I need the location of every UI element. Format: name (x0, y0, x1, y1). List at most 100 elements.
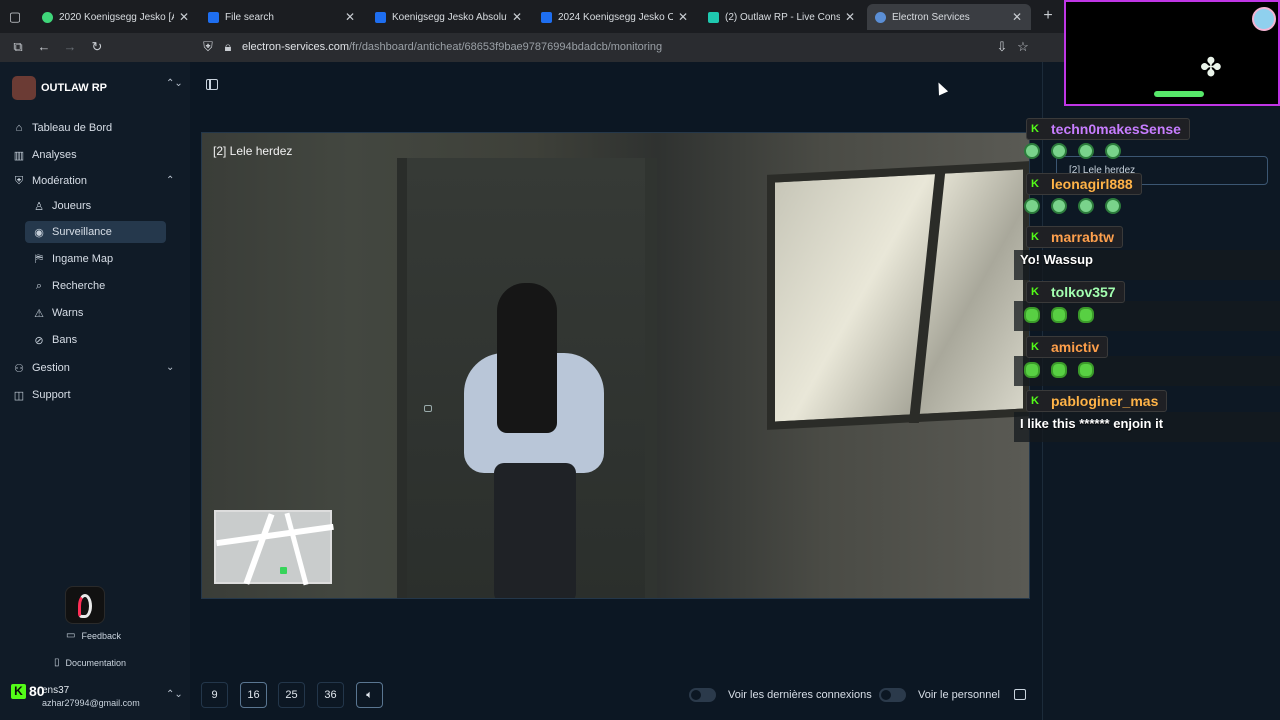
lock-icon (424, 405, 432, 412)
sidebar-item-label: Gestion (32, 362, 70, 374)
tab-6-active[interactable]: Electron Services ✕ (867, 4, 1031, 30)
tab-title: 2020 Koenigsegg Jesko [Add-O (59, 11, 174, 23)
scene-window (767, 161, 1029, 430)
sound-button[interactable]: 🔈︎ (356, 682, 383, 708)
emote-icon (1105, 198, 1121, 214)
url-field[interactable]: electron-services.com/fr/dashboard/antic… (242, 41, 662, 53)
sidebar-item-dashboard[interactable]: ⌂ Tableau de Bord (12, 117, 112, 139)
chat-username: techn0makesSense (1051, 121, 1181, 137)
chevron-up-icon[interactable]: ⌃ (166, 175, 174, 186)
close-icon[interactable]: ✕ (178, 10, 190, 24)
search-icon: ⌕ (35, 279, 43, 292)
user-email: azhar27994@gmail.com (42, 698, 140, 708)
workspaces-icon[interactable]: ⧉ (10, 39, 26, 55)
site-info-icon[interactable]: ⛨ (200, 39, 216, 55)
server-switcher[interactable]: OUTLAW RP (12, 76, 107, 100)
bar-chart-icon: ▥ (13, 149, 25, 162)
sidebar-item-search[interactable]: ⌕ Recherche (32, 275, 105, 297)
kick-logo-icon: K (1031, 231, 1042, 243)
new-tab-icon[interactable]: + (1040, 7, 1056, 25)
close-icon[interactable]: ✕ (844, 10, 856, 24)
speaker-icon: 🔈︎ (366, 688, 373, 701)
chat-username: marrabtw (1051, 229, 1115, 245)
close-icon[interactable]: ✕ (677, 10, 689, 24)
reload-icon[interactable]: ↻ (89, 39, 105, 55)
sidebar-item-label: Bans (52, 334, 78, 346)
player-hair (497, 283, 557, 433)
sidebar-toggle-icon[interactable] (206, 79, 218, 90)
emote-icon (1051, 362, 1067, 378)
install-app-icon[interactable]: ⇩ (994, 39, 1010, 55)
map-icon: ⛿ (35, 252, 43, 265)
user-icon: ♙ (34, 200, 44, 213)
chat-text: I like this ****** enjoin it (1020, 416, 1164, 431)
sidebar-item-warns[interactable]: ⚠ Warns (32, 302, 83, 324)
sidebar-item-bans[interactable]: ⊘ Bans (32, 329, 77, 351)
sidebar-item-surveillance[interactable]: ◉ Surveillance (25, 221, 166, 243)
tab-5[interactable]: (2) Outlaw RP - Live Console ✕ (700, 4, 864, 30)
grid-16-button[interactable]: 16 (240, 682, 267, 708)
chevron-updown-icon[interactable]: ⌃⌄ (166, 689, 183, 700)
game-minimap (214, 510, 334, 586)
server-logo (12, 76, 36, 100)
sidebar-item-moderation[interactable]: ⛨ Modération (12, 170, 87, 192)
shield-icon: ⛨ (14, 174, 24, 187)
last-connections-toggle[interactable] (689, 688, 716, 702)
close-icon[interactable]: ✕ (344, 10, 356, 24)
grid-9-button[interactable]: 9 (201, 682, 228, 708)
book-icon: ▯ (54, 657, 60, 668)
tab-title: Koenigsegg Jesko Absolut for G (392, 11, 507, 23)
favicon-icon (375, 11, 386, 23)
chat-emotes (1024, 362, 1105, 378)
tab-title: 2024 Koenigsegg Jesko Odin fo (558, 11, 673, 23)
user-name[interactable]: ens37 (42, 685, 69, 696)
sidebar-item-players[interactable]: ♙ Joueurs (32, 195, 91, 217)
chevron-down-icon[interactable]: ⌄ (166, 362, 174, 373)
sidebar-item-analyses[interactable]: ▥ Analyses (12, 144, 77, 166)
tab-actions-icon[interactable]: ▢ (6, 8, 24, 26)
tab-2[interactable]: File search ✕ (200, 4, 364, 30)
favicon-icon (208, 11, 219, 23)
emote-icon (1078, 143, 1094, 159)
emote-icon (1078, 362, 1094, 378)
emote-icon (1051, 143, 1067, 159)
sidebar-item-label: Warns (52, 307, 84, 319)
grid-36-button[interactable]: 36 (317, 682, 344, 708)
back-icon[interactable]: ← (36, 39, 52, 55)
health-bar (1154, 91, 1204, 97)
webcam-overlay: ✤ (1064, 0, 1280, 106)
sidebar-item-management[interactable]: ⚇ Gestion (12, 357, 70, 379)
close-icon[interactable]: ✕ (511, 10, 523, 24)
panel-toggle-icon[interactable] (1014, 689, 1026, 700)
sidebar-item-label: Support (32, 389, 71, 401)
forward-icon[interactable]: → (62, 39, 78, 55)
chevron-updown-icon[interactable]: ⌃⌄ (166, 78, 183, 89)
emote-icon (1051, 198, 1067, 214)
documentation-label: Documentation (65, 657, 127, 668)
last-connections-label: Voir les dernières connexions (728, 689, 872, 701)
sidebar-item-support[interactable]: ◫ Support (12, 384, 71, 406)
feedback-label: Feedback (81, 630, 121, 641)
documentation-link[interactable]: ▯ Documentation (54, 657, 126, 668)
staff-toggle[interactable] (879, 688, 906, 702)
grid-25-button[interactable]: 25 (278, 682, 305, 708)
player-screen-feed[interactable]: [2] Lele herdez (201, 132, 1030, 599)
feedback-link[interactable]: ▭ Feedback (66, 630, 121, 641)
chat-emotes (1024, 198, 1132, 214)
player-label: [2] Lele herdez (213, 144, 293, 158)
sidebar-item-label: Modération (32, 175, 88, 187)
tab-1[interactable]: 2020 Koenigsegg Jesko [Add-O ✕ (34, 4, 198, 30)
sidebar-item-ingame-map[interactable]: ⛿ Ingame Map (32, 248, 113, 270)
bookmark-star-icon[interactable]: ☆ (1015, 39, 1031, 55)
sidebar-item-label: Ingame Map (52, 253, 114, 265)
tab-4[interactable]: 2024 Koenigsegg Jesko Odin fo ✕ (533, 4, 697, 30)
chat-username-plate: K pabloginer_mas (1026, 390, 1168, 412)
tab-3[interactable]: Koenigsegg Jesko Absolut for G ✕ (367, 4, 531, 30)
chat-username-plate: K techn0makesSense (1026, 118, 1190, 140)
emote-icon (1024, 143, 1040, 159)
kick-logo-icon: K (1031, 395, 1042, 407)
sidebar-item-label: Surveillance (52, 226, 112, 238)
kick-logo-icon: K (1031, 123, 1042, 135)
close-icon[interactable]: ✕ (1011, 10, 1023, 24)
emote-icon (1024, 198, 1040, 214)
